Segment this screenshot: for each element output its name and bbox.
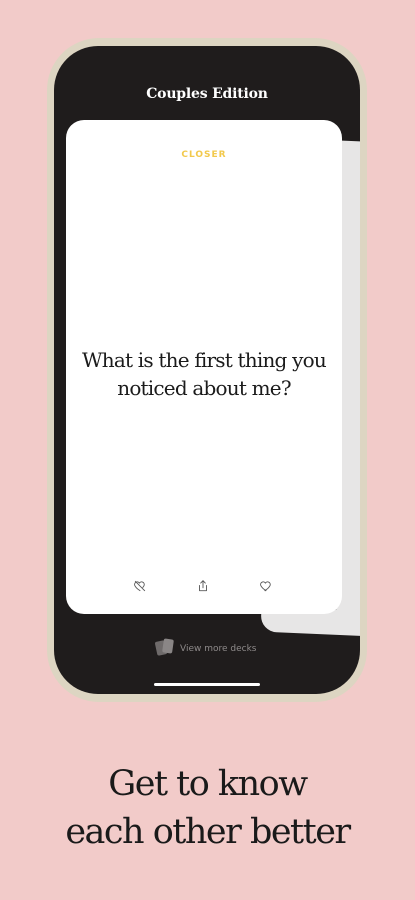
phone-screen: Couples Edition CLOSER What is the first… (54, 46, 360, 694)
question-card[interactable]: CLOSER What is the first thing you notic… (66, 120, 342, 614)
heart-icon (259, 579, 273, 593)
card-question: What is the first thing you noticed abou… (82, 348, 327, 400)
headline-line-1: Get to know (108, 764, 308, 804)
view-more-decks-button[interactable]: View more decks (154, 638, 257, 660)
card-actions (66, 578, 342, 594)
skip-button[interactable] (132, 578, 148, 594)
card-category: CLOSER (181, 150, 227, 160)
cards-icon (154, 637, 176, 662)
like-button[interactable] (258, 578, 274, 594)
headline-line-2: each other better (65, 812, 351, 852)
app-title: Couples Edition (146, 86, 268, 102)
share-icon (196, 579, 210, 593)
share-button[interactable] (195, 578, 211, 594)
promo-headline: Get to know each other better (0, 760, 415, 856)
heart-off-icon (133, 579, 147, 593)
view-more-decks-label: View more decks (180, 644, 257, 654)
promo-page: Couples Edition CLOSER What is the first… (0, 0, 415, 900)
home-indicator (154, 683, 260, 686)
